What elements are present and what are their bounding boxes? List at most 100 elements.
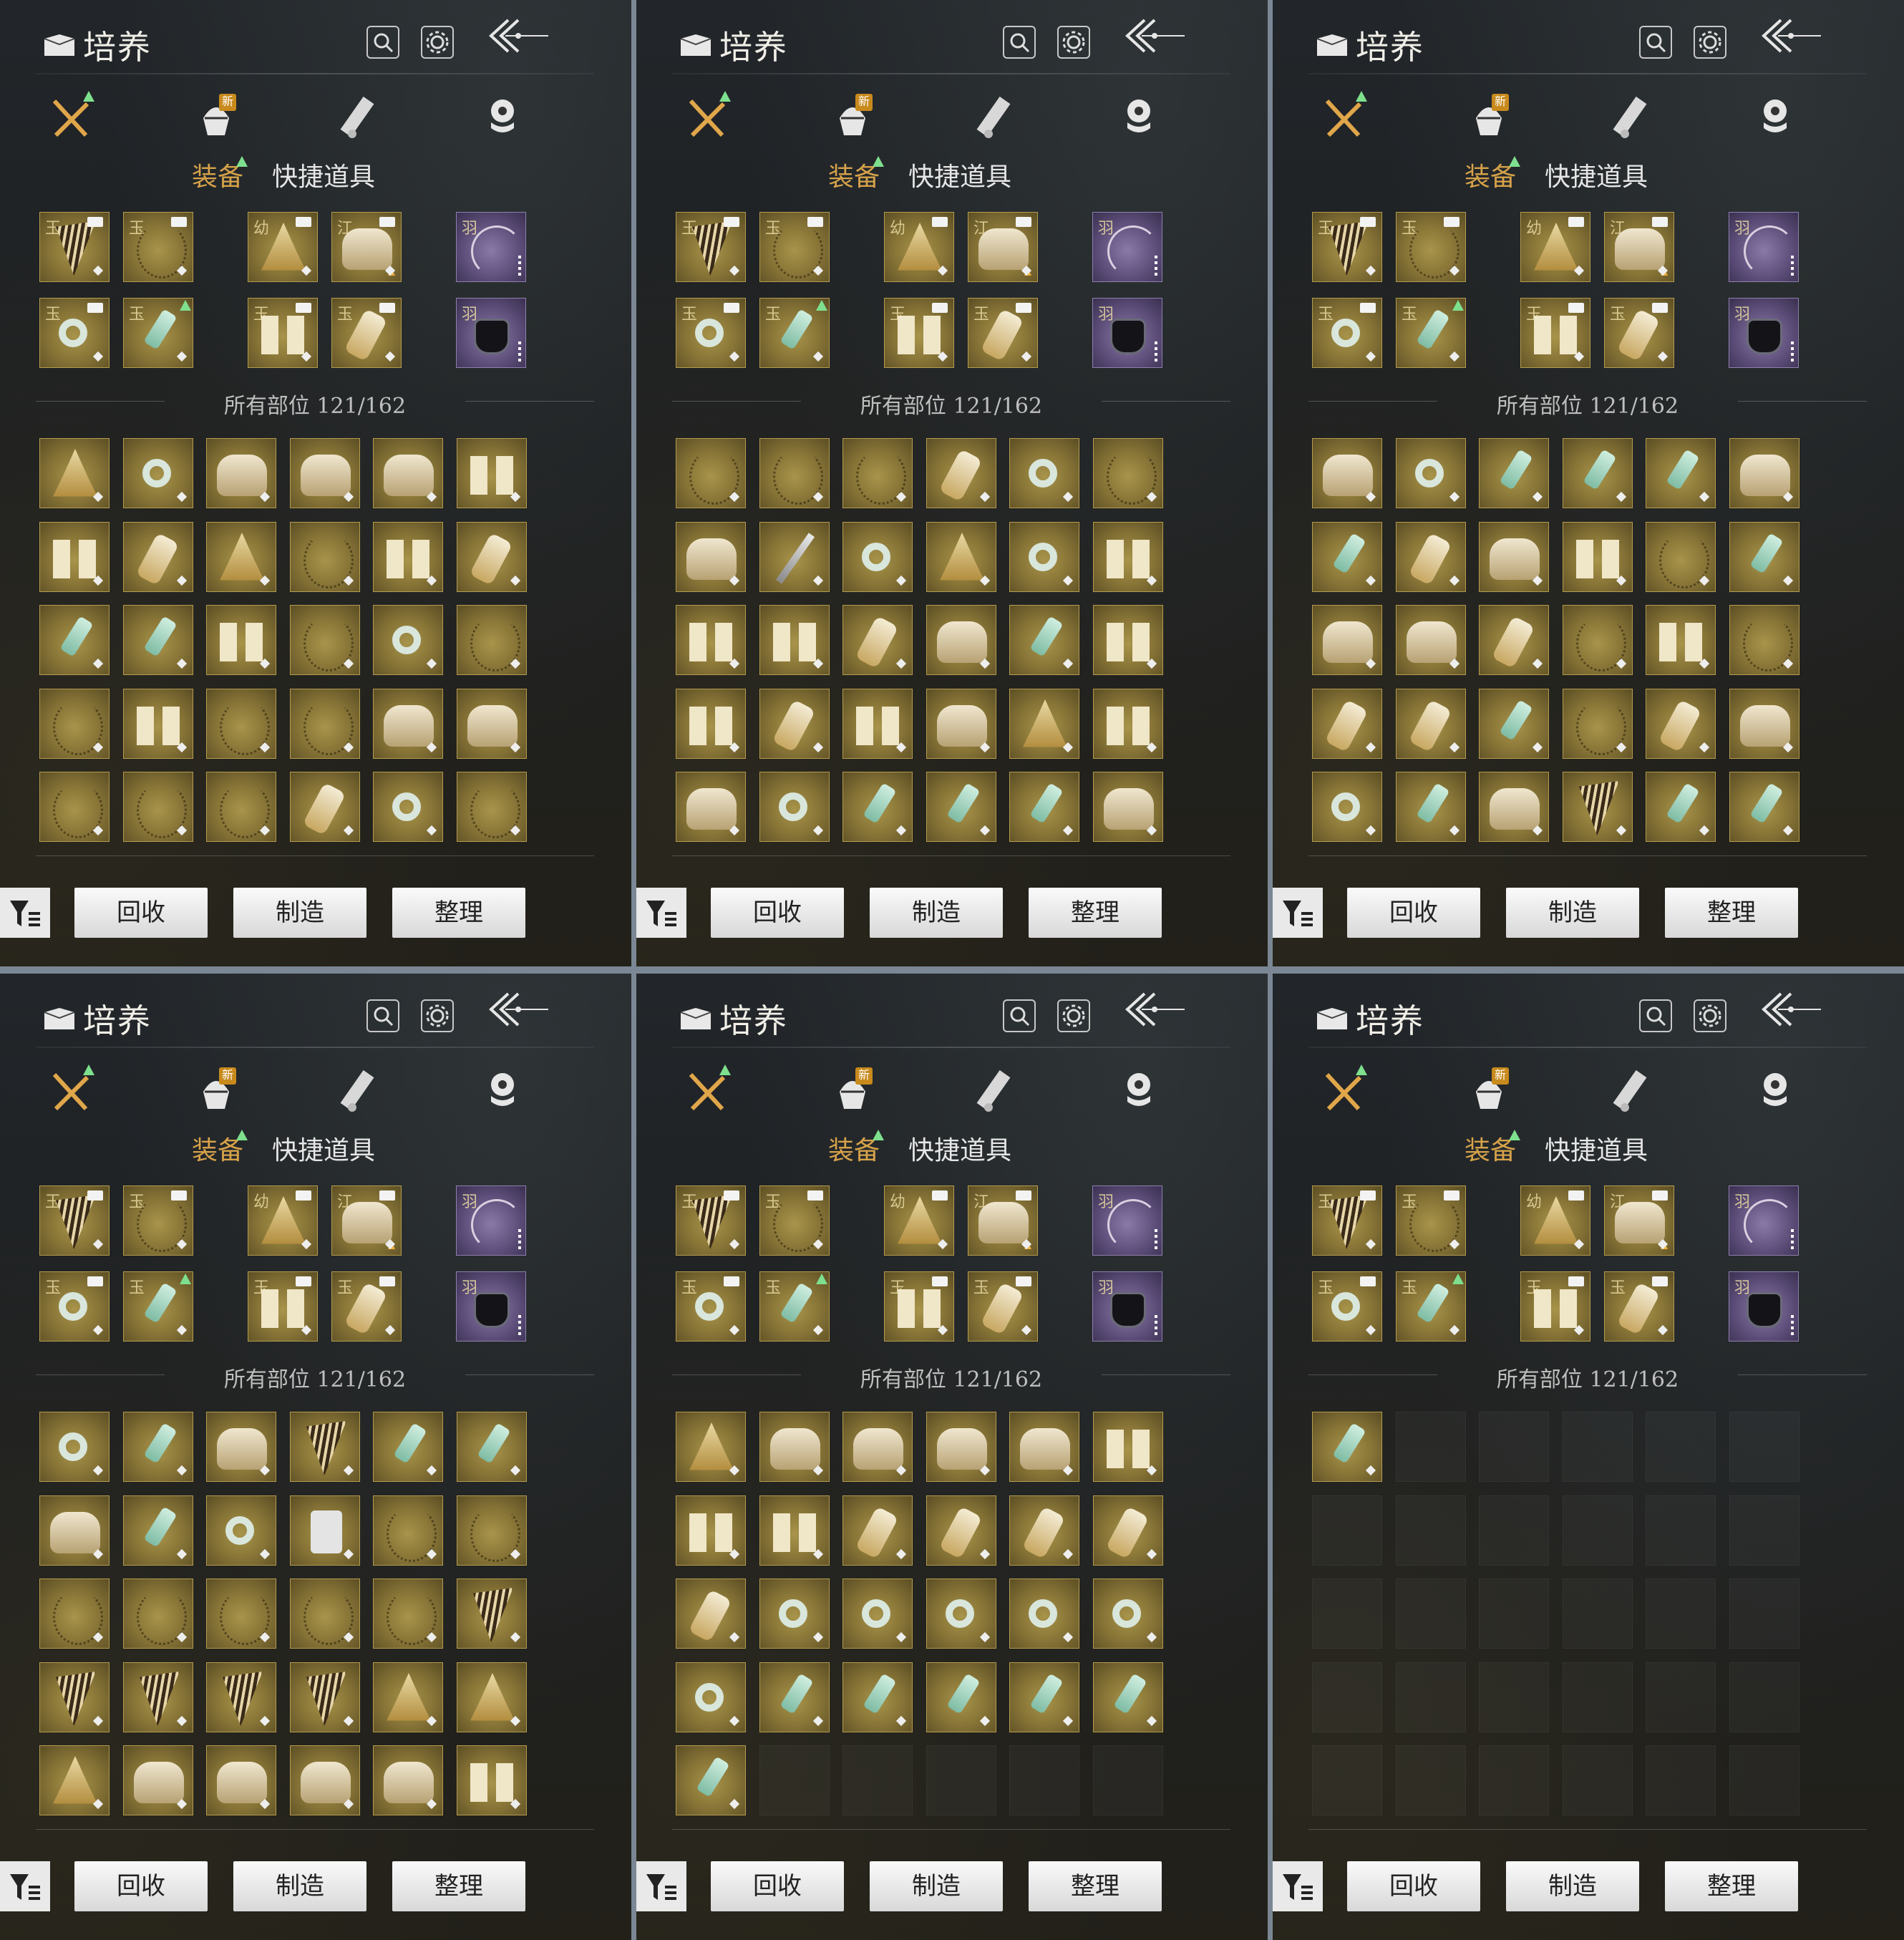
inventory-slot[interactable]: [842, 605, 913, 675]
subtab-quick-items[interactable]: 快捷道具: [908, 1130, 1011, 1167]
empty-slot[interactable]: [1563, 1745, 1633, 1815]
inventory-slot[interactable]: [759, 438, 830, 508]
inventory-slot[interactable]: [1563, 772, 1633, 842]
equipped-slot[interactable]: 玉: [676, 1271, 746, 1342]
inventory-slot[interactable]: [457, 605, 527, 675]
equipped-slot[interactable]: 羽: [1729, 298, 1799, 368]
inventory-slot[interactable]: [457, 1495, 527, 1566]
equipped-slot[interactable]: 玉: [1604, 298, 1674, 368]
empty-slot[interactable]: [759, 1745, 830, 1815]
inventory-slot[interactable]: [373, 1578, 443, 1649]
inventory-slot[interactable]: [676, 1495, 746, 1566]
equipped-slot[interactable]: 幼: [1520, 1185, 1590, 1256]
equipped-slot[interactable]: 幼: [884, 212, 954, 282]
equipped-slot[interactable]: 玉: [884, 298, 954, 368]
equipped-slot[interactable]: 幼: [1520, 212, 1590, 282]
search-button[interactable]: [366, 999, 399, 1032]
equipped-slot[interactable]: 玉: [759, 1185, 830, 1256]
inventory-slot[interactable]: [290, 522, 360, 592]
category-tab-scrolls[interactable]: [331, 89, 388, 147]
inventory-slot[interactable]: [1093, 1578, 1163, 1649]
inventory-slot[interactable]: [676, 1662, 746, 1732]
category-tab-equipment[interactable]: [681, 89, 738, 147]
inventory-slot[interactable]: [1312, 438, 1382, 508]
category-tab-scrolls[interactable]: [1603, 89, 1661, 147]
inventory-slot[interactable]: [1312, 522, 1382, 592]
equipped-slot[interactable]: 玉: [1396, 298, 1466, 368]
equipped-slot[interactable]: 玉: [968, 298, 1038, 368]
filter-button[interactable]: [0, 888, 50, 938]
inventory-slot[interactable]: [676, 522, 746, 592]
inventory-slot[interactable]: [457, 689, 527, 759]
craft-button[interactable]: 制造: [233, 888, 366, 938]
organize-button[interactable]: 整理: [1029, 1861, 1162, 1911]
equipped-slot[interactable]: 幼: [884, 1185, 954, 1256]
inventory-slot[interactable]: [290, 1745, 360, 1815]
equipped-slot[interactable]: 玉: [248, 1271, 318, 1342]
search-button[interactable]: [1639, 999, 1672, 1032]
inventory-slot[interactable]: [1563, 522, 1633, 592]
inventory-slot[interactable]: [1646, 772, 1716, 842]
back-button[interactable]: [487, 988, 551, 1031]
inventory-slot[interactable]: [123, 522, 193, 592]
inventory-slot[interactable]: [290, 1578, 360, 1649]
inventory-slot[interactable]: [759, 689, 830, 759]
category-tab-coins[interactable]: [474, 89, 531, 147]
inventory-slot[interactable]: [926, 438, 996, 508]
back-button[interactable]: [487, 14, 551, 57]
inventory-slot[interactable]: [457, 522, 527, 592]
settings-button[interactable]: [1057, 26, 1090, 59]
inventory-slot[interactable]: [842, 1412, 913, 1482]
equipped-slot[interactable]: 江: [968, 212, 1038, 282]
search-button[interactable]: [1003, 999, 1036, 1032]
inventory-slot[interactable]: [1312, 605, 1382, 675]
inventory-slot[interactable]: [1009, 1412, 1079, 1482]
equipped-slot[interactable]: 玉: [1396, 212, 1466, 282]
inventory-slot[interactable]: [1093, 1495, 1163, 1566]
inventory-slot[interactable]: [842, 1662, 913, 1732]
inventory-slot[interactable]: [1729, 522, 1799, 592]
inventory-slot[interactable]: [676, 438, 746, 508]
category-tab-scrolls[interactable]: [1603, 1063, 1661, 1120]
empty-slot[interactable]: [1396, 1495, 1466, 1566]
inventory-slot[interactable]: [1009, 1578, 1079, 1649]
craft-button[interactable]: 制造: [870, 1861, 1003, 1911]
equipped-slot[interactable]: 玉: [1312, 1185, 1382, 1256]
equipped-slot[interactable]: 羽: [456, 1271, 526, 1342]
inventory-slot[interactable]: [1646, 438, 1716, 508]
equipped-slot[interactable]: 玉: [1520, 298, 1590, 368]
inventory-slot[interactable]: [290, 1495, 360, 1566]
inventory-slot[interactable]: [39, 605, 110, 675]
settings-button[interactable]: [1694, 26, 1726, 59]
inventory-slot[interactable]: [1312, 772, 1382, 842]
inventory-slot[interactable]: [1729, 689, 1799, 759]
empty-slot[interactable]: [1312, 1495, 1382, 1566]
craft-button[interactable]: 制造: [233, 1861, 366, 1911]
equipped-slot[interactable]: 玉: [759, 298, 830, 368]
category-tab-equipment[interactable]: [44, 1063, 102, 1120]
inventory-slot[interactable]: [39, 1495, 110, 1566]
inventory-slot[interactable]: [1729, 605, 1799, 675]
inventory-slot[interactable]: [926, 689, 996, 759]
equipped-slot[interactable]: 玉: [39, 298, 110, 368]
equipped-slot[interactable]: 玉: [1604, 1271, 1674, 1342]
inventory-slot[interactable]: [206, 1412, 276, 1482]
inventory-slot[interactable]: [1093, 438, 1163, 508]
inventory-slot[interactable]: [676, 1745, 746, 1815]
inventory-slot[interactable]: [759, 522, 830, 592]
equipped-slot[interactable]: 玉: [884, 1271, 954, 1342]
equipped-slot[interactable]: 羽: [456, 298, 526, 368]
subtab-quick-items[interactable]: 快捷道具: [272, 1130, 375, 1167]
inventory-slot[interactable]: [926, 1662, 996, 1732]
inventory-slot[interactable]: [1479, 522, 1549, 592]
inventory-slot[interactable]: [206, 522, 276, 592]
inventory-slot[interactable]: [926, 522, 996, 592]
equipped-slot[interactable]: 玉: [39, 1185, 110, 1256]
category-tab-coins[interactable]: [1110, 1063, 1167, 1120]
subtab-quick-items[interactable]: 快捷道具: [1545, 1130, 1648, 1167]
inventory-slot[interactable]: [373, 689, 443, 759]
inventory-slot[interactable]: [759, 1662, 830, 1732]
inventory-slot[interactable]: [39, 522, 110, 592]
inventory-slot[interactable]: [290, 689, 360, 759]
category-tab-items[interactable]: 新: [1460, 89, 1517, 147]
